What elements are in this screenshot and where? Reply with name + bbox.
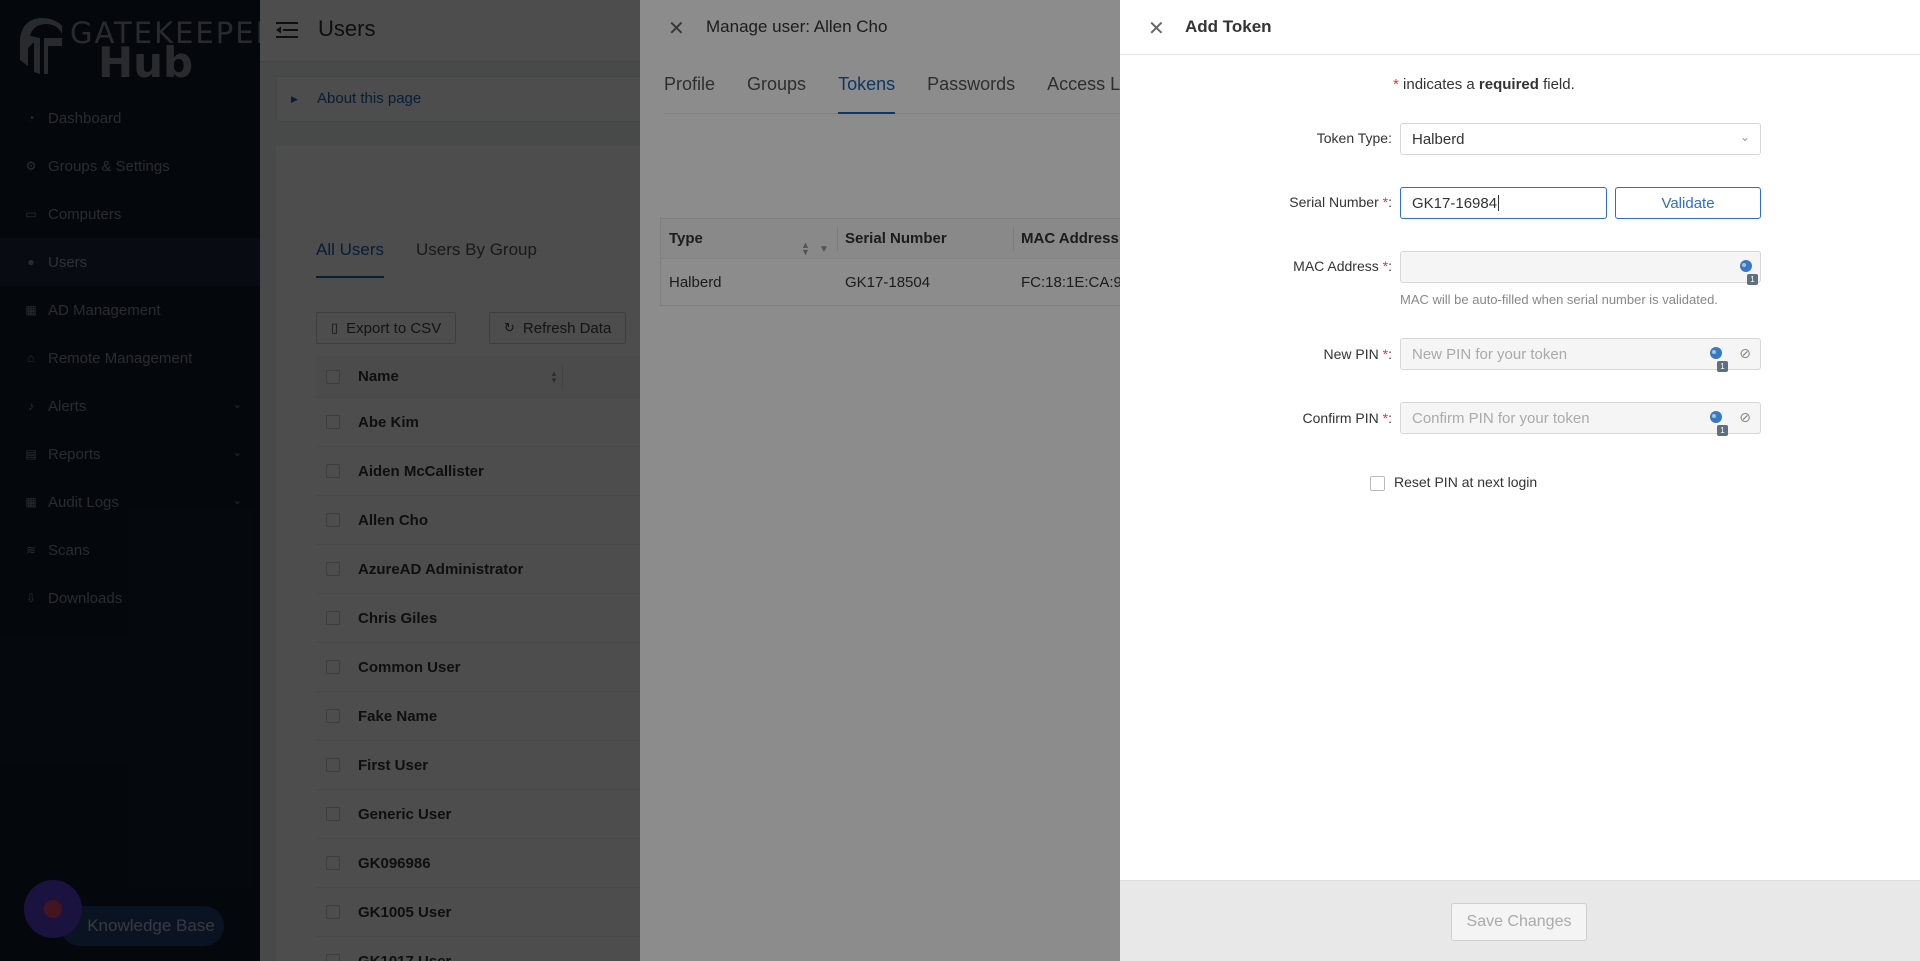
required-note-post: field.	[1543, 76, 1575, 93]
eye-invisible-icon[interactable]: ⊘	[1739, 409, 1751, 426]
modal-backdrop[interactable]	[0, 0, 1120, 961]
password-manager-badge: 1	[1717, 361, 1728, 372]
new-pin-input[interactable]: New PIN for your token 1 ⊘	[1400, 338, 1761, 372]
label-text: MAC Address	[1293, 258, 1379, 274]
drawer-footer: Save Changes	[1120, 880, 1920, 961]
required-asterisk: *	[1393, 76, 1399, 93]
serial-number-input[interactable]: GK17-16984	[1400, 187, 1607, 219]
required-note: * indicates a required field.	[1393, 76, 1575, 93]
mac-address-input[interactable]: 1	[1400, 251, 1761, 285]
mac-hint: MAC will be auto-filled when serial numb…	[1400, 292, 1718, 307]
mac-address-label: MAC Address *:	[1293, 258, 1392, 274]
label-text: New PIN	[1323, 346, 1379, 362]
required-asterisk: *	[1382, 410, 1389, 426]
validate-button[interactable]: Validate	[1615, 187, 1761, 219]
drawer-header: ✕ Add Token	[1120, 0, 1920, 55]
label-text: Serial Number	[1289, 194, 1379, 210]
password-manager-icon[interactable]	[1738, 259, 1754, 275]
token-type-value: Halberd	[1412, 130, 1465, 148]
required-note-pre: indicates a	[1403, 76, 1475, 93]
new-pin-label: New PIN *:	[1323, 346, 1392, 362]
confirm-pin-input[interactable]: Confirm PIN for your token 1 ⊘	[1400, 402, 1761, 436]
required-asterisk: *	[1382, 194, 1389, 210]
password-manager-badge: 1	[1717, 425, 1728, 436]
token-type-select[interactable]: Halberd ⌄	[1400, 123, 1761, 155]
label-text: Token Type	[1316, 130, 1389, 146]
text-cursor	[1498, 195, 1500, 211]
confirm-pin-placeholder: Confirm PIN for your token	[1412, 409, 1590, 427]
drawer-title: Add Token	[1185, 17, 1272, 36]
password-manager-badge: 1	[1747, 274, 1758, 285]
serial-number-label: Serial Number *:	[1289, 194, 1392, 210]
chevron-down-icon: ⌄	[1739, 130, 1750, 144]
token-type-label: Token Type:	[1316, 130, 1392, 146]
required-asterisk: *	[1382, 258, 1389, 274]
confirm-pin-label: Confirm PIN *:	[1302, 410, 1392, 426]
required-note-bold: required	[1478, 76, 1539, 93]
password-manager-icon[interactable]	[1708, 410, 1724, 426]
serial-number-value: GK17-16984	[1412, 194, 1498, 212]
new-pin-placeholder: New PIN for your token	[1412, 345, 1568, 363]
save-changes-button[interactable]: Save Changes	[1451, 903, 1587, 941]
password-manager-icon[interactable]	[1708, 346, 1724, 362]
reset-pin-checkbox[interactable]	[1370, 476, 1385, 491]
close-icon[interactable]: ✕	[1148, 16, 1165, 41]
label-text: Confirm PIN	[1302, 410, 1379, 426]
reset-pin-label[interactable]: Reset PIN at next login	[1394, 474, 1537, 490]
add-token-drawer: ✕ Add Token * indicates a required field…	[1120, 0, 1920, 961]
eye-invisible-icon[interactable]: ⊘	[1739, 345, 1751, 362]
required-asterisk: *	[1382, 346, 1389, 362]
